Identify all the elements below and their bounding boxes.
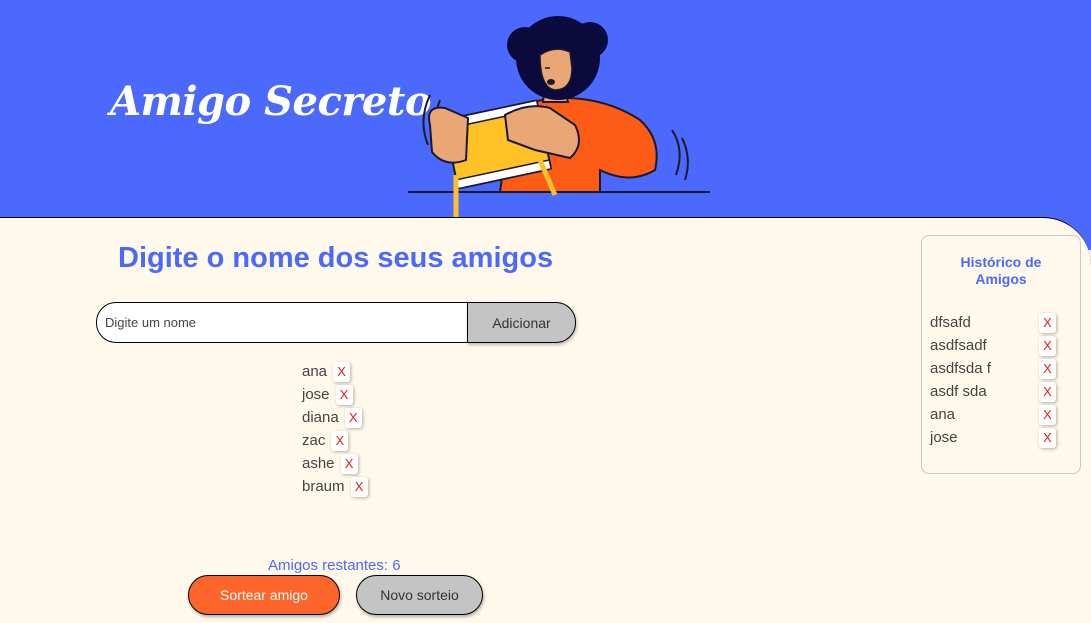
history-list: dfsafd X asdfsadf X asdfsda f X asdf sda… xyxy=(930,311,1056,449)
history-item: jose X xyxy=(930,426,1056,449)
remove-history-button[interactable]: X xyxy=(1039,381,1056,402)
header: Amigo Secreto xyxy=(0,0,1091,250)
add-button[interactable]: Adicionar xyxy=(467,302,576,343)
app-title: Amigo Secreto xyxy=(110,78,432,125)
friend-name: ashe xyxy=(302,455,335,472)
friend-name: diana xyxy=(302,409,339,426)
remove-friend-button[interactable]: X xyxy=(331,430,349,451)
remove-history-button[interactable]: X xyxy=(1039,404,1056,425)
remove-friend-button[interactable]: X xyxy=(333,361,351,382)
draw-friend-button[interactable]: Sortear amigo xyxy=(188,575,340,615)
name-input-group: Adicionar xyxy=(96,302,576,343)
list-item: diana X xyxy=(302,406,368,429)
remove-friend-button[interactable]: X xyxy=(344,407,362,428)
history-panel: Histórico de Amigos dfsafd X asdfsadf X … xyxy=(921,235,1081,474)
friend-name: braum xyxy=(302,478,345,495)
history-item: dfsafd X xyxy=(930,311,1056,334)
remove-friend-button[interactable]: X xyxy=(350,476,368,497)
list-item: ana X xyxy=(302,360,368,383)
history-name: asdfsadf xyxy=(930,337,987,354)
friends-list: ana X jose X diana X zac X ashe X braum … xyxy=(302,360,368,498)
remove-history-button[interactable]: X xyxy=(1039,312,1056,333)
history-name: asdf sda xyxy=(930,383,987,400)
history-name: asdfsda f xyxy=(930,360,991,377)
history-name: dfsafd xyxy=(930,314,971,331)
remove-friend-button[interactable]: X xyxy=(340,453,358,474)
person-playing-game-illustration xyxy=(408,16,710,218)
history-item: ana X xyxy=(930,403,1056,426)
new-draw-button[interactable]: Novo sorteio xyxy=(356,575,483,615)
remove-history-button[interactable]: X xyxy=(1039,427,1056,448)
list-item: braum X xyxy=(302,475,368,498)
history-item: asdfsda f X xyxy=(930,357,1056,380)
name-input[interactable] xyxy=(96,302,476,343)
remove-history-button[interactable]: X xyxy=(1039,358,1056,379)
friend-name: zac xyxy=(302,432,326,449)
remove-history-button[interactable]: X xyxy=(1039,335,1056,356)
list-item: ashe X xyxy=(302,452,368,475)
history-item: asdf sda X xyxy=(930,380,1056,403)
list-item: jose X xyxy=(302,383,368,406)
history-name: jose xyxy=(930,429,958,446)
friend-name: ana xyxy=(302,363,328,380)
section-title: Digite o nome dos seus amigos xyxy=(118,242,554,274)
history-item: asdfsadf X xyxy=(930,334,1056,357)
history-name: ana xyxy=(930,406,956,423)
remaining-count-text: Amigos restantes: 6 xyxy=(268,557,401,574)
list-item: zac X xyxy=(302,429,368,452)
history-title: Histórico de Amigos xyxy=(960,254,1042,287)
friend-name: jose xyxy=(302,386,330,403)
remove-friend-button[interactable]: X xyxy=(335,384,353,405)
